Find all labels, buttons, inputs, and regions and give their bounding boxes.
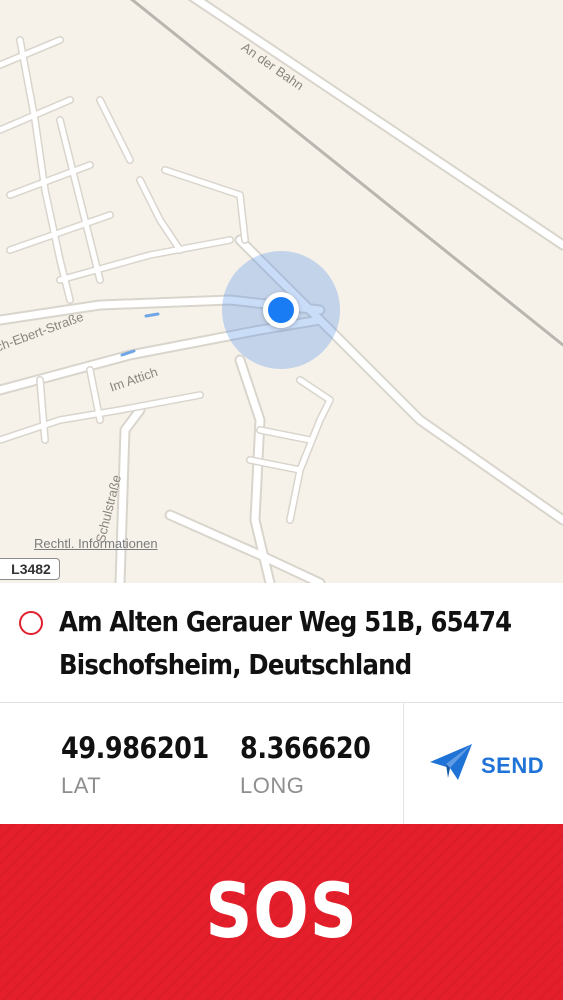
send-label: SEND: [481, 753, 545, 778]
route-shield: L3482: [0, 558, 60, 580]
paper-plane-icon: [430, 744, 472, 780]
current-location-dot[interactable]: [263, 292, 299, 328]
longitude-label: LONG: [240, 773, 305, 798]
address-text: Am Alten Gerauer Weg 51B, 65474 Bischofs…: [59, 605, 512, 681]
sos-label: SOS: [205, 866, 358, 955]
send-button[interactable]: SEND: [404, 703, 563, 824]
latitude-label: LAT: [61, 773, 102, 798]
legal-info-link[interactable]: Rechtl. Informationen: [34, 536, 158, 551]
latitude-value: 49.986201: [61, 731, 209, 765]
longitude-value: 8.366620: [240, 731, 371, 765]
sos-button[interactable]: SOS: [0, 824, 563, 1000]
location-marker-icon: [19, 611, 43, 635]
map-view[interactable]: An der Bahn ch-Ebert-Straße Im Attich Sc…: [0, 0, 563, 583]
